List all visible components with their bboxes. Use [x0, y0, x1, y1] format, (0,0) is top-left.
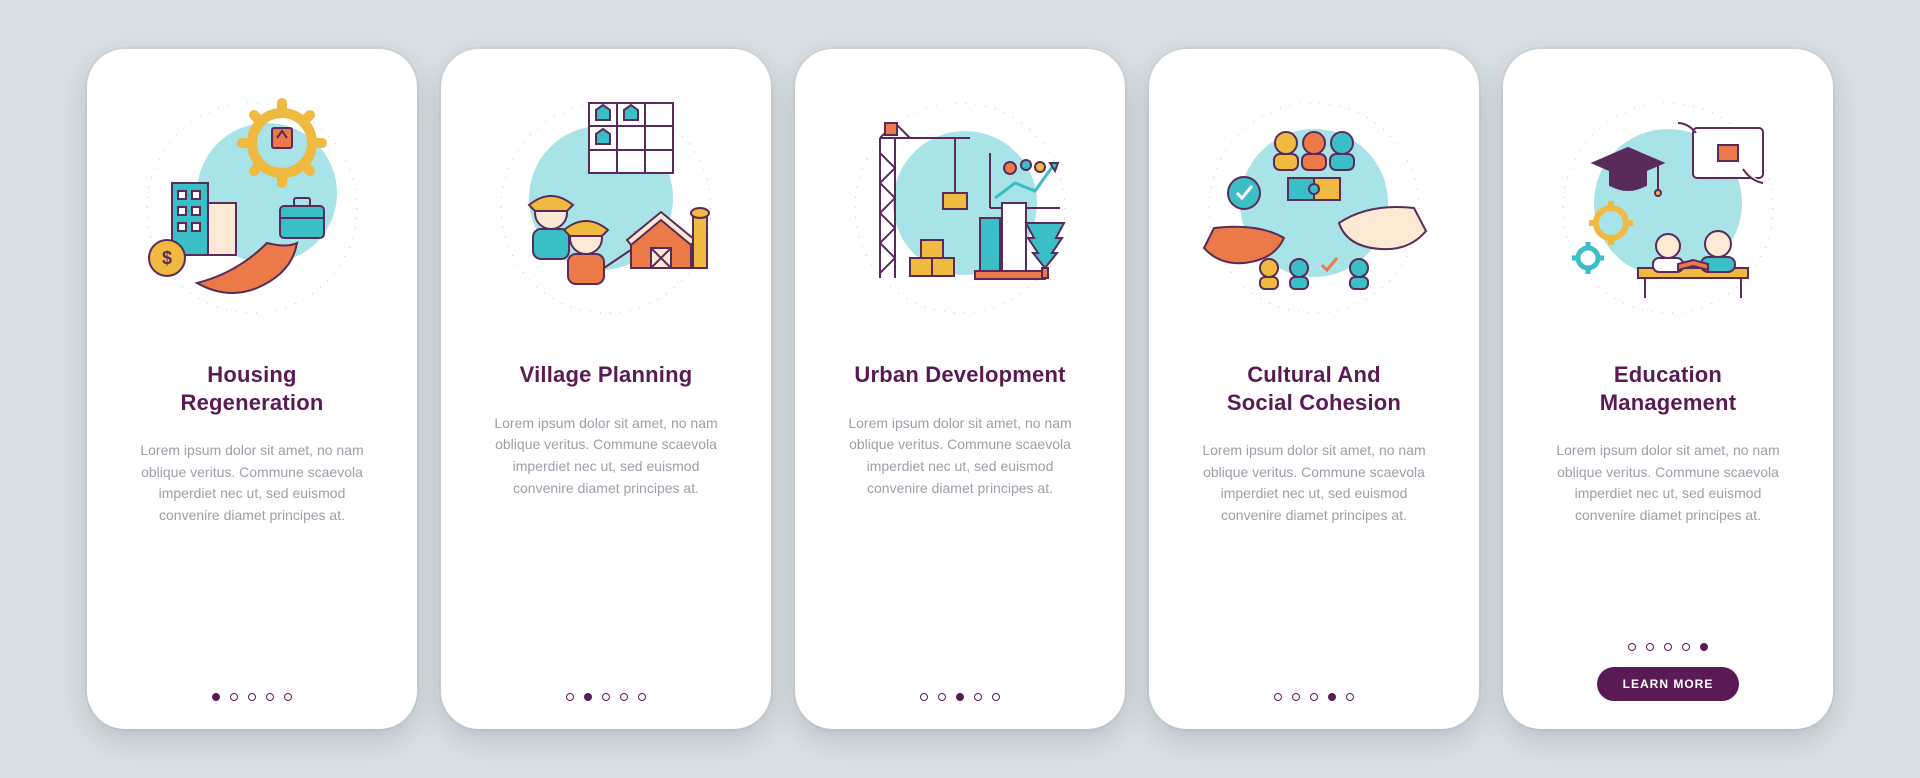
page-dot[interactable] [1628, 643, 1636, 651]
page-dot[interactable] [1274, 693, 1282, 701]
card-title: Urban Development [854, 361, 1065, 389]
page-dot[interactable] [1346, 693, 1354, 701]
pagination-dots [212, 693, 292, 701]
page-dot[interactable] [212, 693, 220, 701]
card-title: Village Planning [520, 361, 693, 389]
page-dot[interactable] [620, 693, 628, 701]
page-dot[interactable] [584, 693, 592, 701]
page-dot[interactable] [1646, 643, 1654, 651]
page-dot[interactable] [230, 693, 238, 701]
cohesion-icon [1189, 83, 1439, 333]
page-dot[interactable] [566, 693, 574, 701]
card-title: Housing Regeneration [181, 361, 324, 416]
onboarding-card-village: Village Planning Lorem ipsum dolor sit a… [441, 49, 771, 729]
housing-icon: $ [127, 83, 377, 333]
page-dot[interactable] [1328, 693, 1336, 701]
card-body: Lorem ipsum dolor sit amet, no nam obliq… [132, 440, 372, 527]
card-body: Lorem ipsum dolor sit amet, no nam obliq… [840, 413, 1080, 500]
page-dot[interactable] [602, 693, 610, 701]
onboarding-card-cohesion: Cultural And Social Cohesion Lorem ipsum… [1149, 49, 1479, 729]
svg-text:$: $ [162, 248, 172, 268]
card-title: Cultural And Social Cohesion [1227, 361, 1401, 416]
page-dot[interactable] [266, 693, 274, 701]
page-dot[interactable] [956, 693, 964, 701]
page-dot[interactable] [1664, 643, 1672, 651]
onboarding-card-education: Education Management Lorem ipsum dolor s… [1503, 49, 1833, 729]
page-dot[interactable] [638, 693, 646, 701]
card-body: Lorem ipsum dolor sit amet, no nam obliq… [1548, 440, 1788, 527]
onboarding-row: $ Housing Regeneration Lorem ipsum dolor… [47, 9, 1873, 769]
onboarding-card-housing: $ Housing Regeneration Lorem ipsum dolor… [87, 49, 417, 729]
page-dot[interactable] [1310, 693, 1318, 701]
pagination-dots [566, 693, 646, 701]
onboarding-card-urban: Urban Development Lorem ipsum dolor sit … [795, 49, 1125, 729]
village-icon [481, 83, 731, 333]
page-dot[interactable] [920, 693, 928, 701]
urban-icon [835, 83, 1085, 333]
learn-more-button[interactable]: LEARN MORE [1597, 667, 1740, 701]
page-dot[interactable] [992, 693, 1000, 701]
page-dot[interactable] [938, 693, 946, 701]
page-dot[interactable] [248, 693, 256, 701]
pagination-dots [1274, 693, 1354, 701]
page-dot[interactable] [1700, 643, 1708, 651]
card-title: Education Management [1600, 361, 1736, 416]
pagination-dots [920, 693, 1000, 701]
page-dot[interactable] [1292, 693, 1300, 701]
education-icon [1543, 83, 1793, 333]
page-dot[interactable] [1682, 643, 1690, 651]
page-dot[interactable] [284, 693, 292, 701]
card-body: Lorem ipsum dolor sit amet, no nam obliq… [486, 413, 726, 500]
card-body: Lorem ipsum dolor sit amet, no nam obliq… [1194, 440, 1434, 527]
page-dot[interactable] [974, 693, 982, 701]
pagination-dots [1628, 643, 1708, 651]
